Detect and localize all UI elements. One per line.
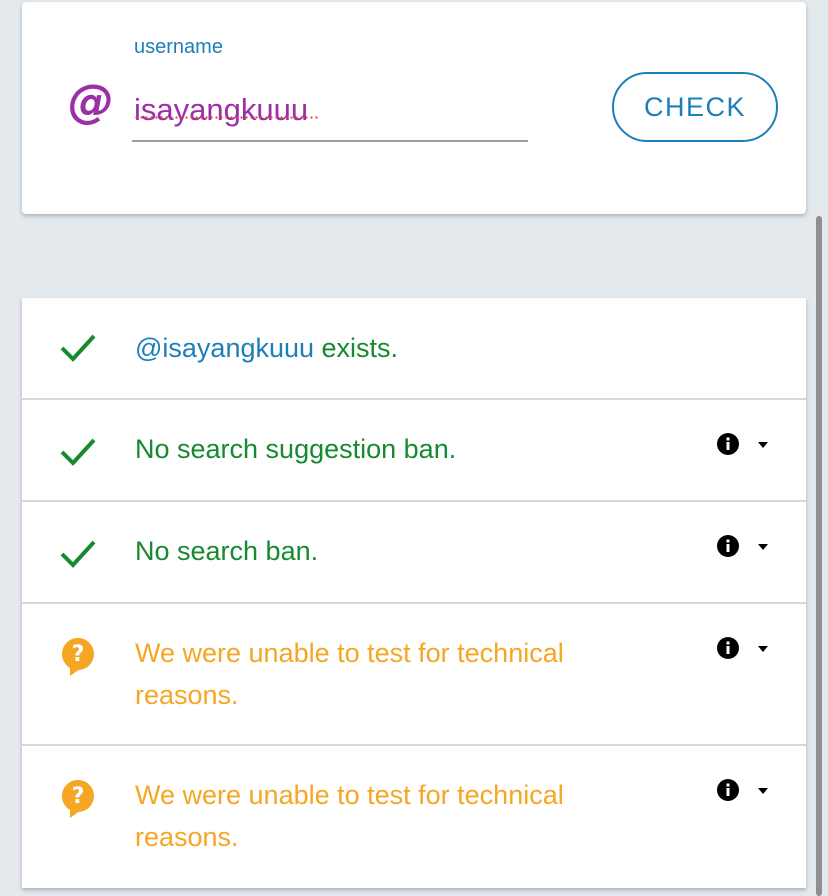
svg-text:?: ? <box>72 784 85 809</box>
at-icon: @ <box>68 74 114 128</box>
chevron-down-icon[interactable] <box>756 542 770 552</box>
result-row-reply-deboosting[interactable]: ? We were unable to test for technical r… <box>22 746 806 888</box>
check-icon <box>60 334 96 362</box>
username-label: username <box>134 36 223 58</box>
username-input[interactable] <box>132 80 528 142</box>
info-icon[interactable] <box>716 636 740 660</box>
info-icon[interactable] <box>716 432 740 456</box>
result-row-search-ban[interactable]: No search ban. <box>22 502 806 604</box>
result-text: No search ban. <box>135 536 319 566</box>
question-bubble-icon: ? <box>61 780 94 818</box>
result-row-exists: @isayangkuuu exists. <box>22 298 806 400</box>
chevron-down-icon[interactable] <box>756 644 770 654</box>
result-text: @isayangkuuu exists. <box>135 333 399 363</box>
result-text: We were unable to test for technical rea… <box>135 780 564 852</box>
result-text: We were unable to test for technical rea… <box>135 638 564 710</box>
result-row-suggestion-ban[interactable]: No search suggestion ban. <box>22 400 806 502</box>
info-icon[interactable] <box>716 778 740 802</box>
scrollbar[interactable] <box>816 216 822 896</box>
check-icon <box>60 438 96 466</box>
chevron-down-icon[interactable] <box>756 440 770 450</box>
spellcheck-underline <box>134 116 320 119</box>
info-icon[interactable] <box>716 534 740 558</box>
question-bubble-icon: ? <box>61 638 94 676</box>
svg-text:?: ? <box>72 642 85 667</box>
username-search-card: username @ CHECK <box>22 2 806 214</box>
check-button[interactable]: CHECK <box>612 72 778 142</box>
chevron-down-icon[interactable] <box>756 786 770 796</box>
result-row-ghost-ban[interactable]: ? We were unable to test for technical r… <box>22 604 806 746</box>
check-icon <box>60 540 96 568</box>
results-card: @isayangkuuu exists. No search suggestio… <box>22 298 806 888</box>
result-text: No search suggestion ban. <box>135 434 457 464</box>
handle-text: @isayangkuuu <box>135 333 315 363</box>
